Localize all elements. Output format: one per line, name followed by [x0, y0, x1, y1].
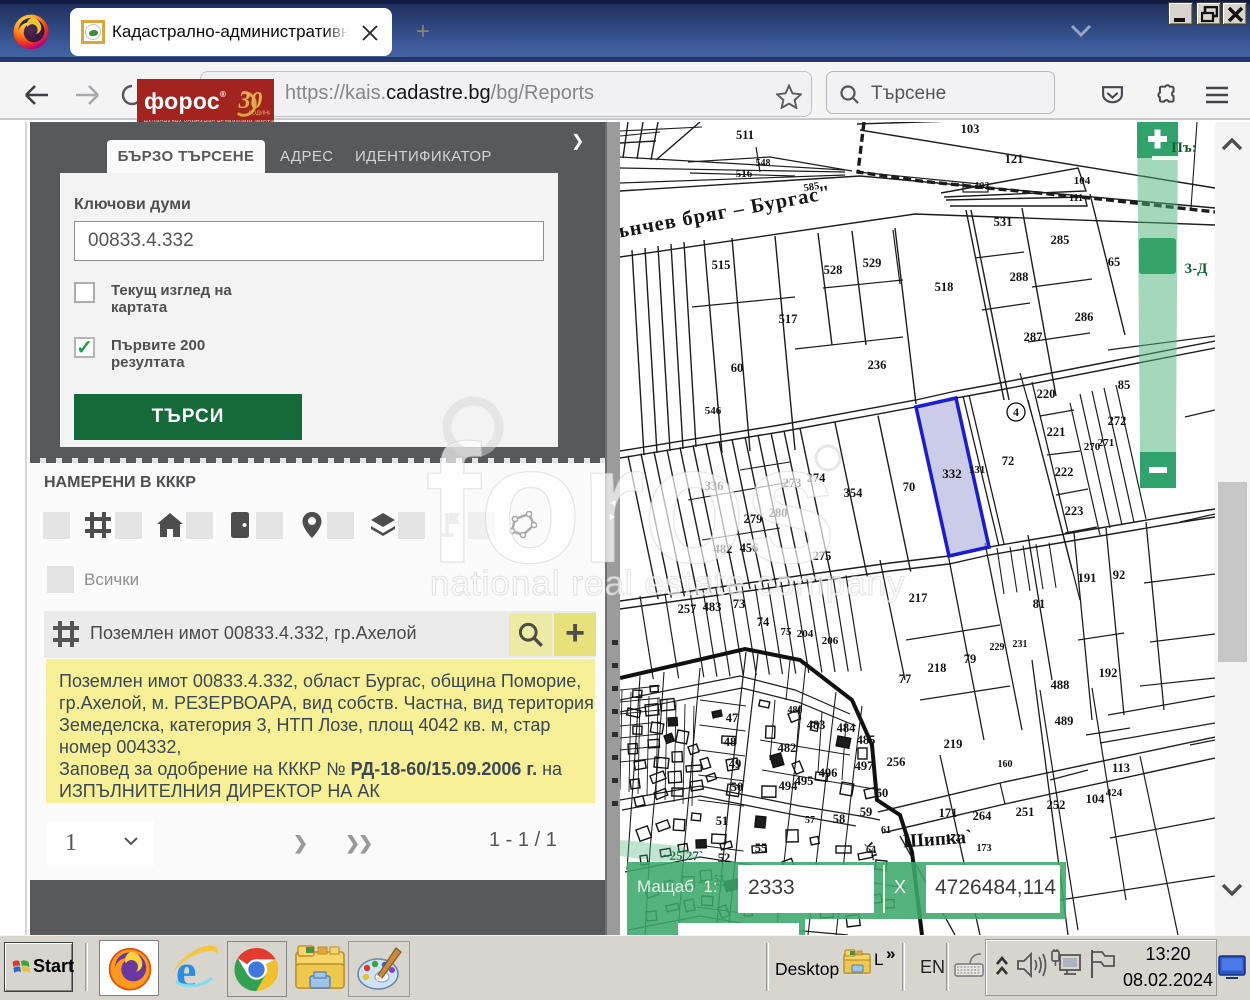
svg-text:495: 495 [795, 774, 814, 788]
svg-text:497: 497 [855, 759, 874, 773]
svg-text:58: 58 [833, 812, 846, 826]
svg-text:223: 223 [1065, 504, 1084, 518]
svg-text:489: 489 [1055, 714, 1074, 728]
svg-text:48: 48 [724, 735, 737, 749]
svg-text:251: 251 [1016, 805, 1035, 819]
svg-text:160: 160 [998, 759, 1013, 770]
svg-text:496: 496 [819, 766, 838, 780]
svg-text:286: 286 [1075, 310, 1094, 324]
svg-text:50: 50 [731, 780, 744, 794]
svg-text:173: 173 [977, 843, 992, 854]
svg-text:111: 111 [1069, 193, 1083, 204]
svg-text:121: 121 [1005, 152, 1024, 166]
svg-text:272: 272 [1108, 414, 1127, 428]
svg-text:480: 480 [788, 705, 803, 716]
svg-text:55: 55 [755, 841, 768, 855]
svg-text:64: 64 [866, 845, 876, 856]
svg-text:61: 61 [881, 825, 891, 836]
svg-text:231: 231 [1013, 639, 1028, 650]
svg-text:518: 518 [935, 280, 954, 294]
svg-text:60: 60 [731, 361, 744, 375]
svg-text:171: 171 [939, 806, 958, 820]
svg-text:511: 511 [736, 128, 754, 142]
svg-text:219: 219 [944, 737, 963, 751]
svg-text:47: 47 [726, 711, 739, 725]
svg-text:49: 49 [729, 757, 742, 771]
svg-text:424: 424 [1106, 787, 1123, 799]
svg-text:192: 192 [1099, 666, 1118, 680]
svg-text:85: 85 [1118, 378, 1131, 392]
svg-text:102: 102 [975, 181, 990, 192]
svg-text:59: 59 [860, 805, 873, 819]
svg-text:270: 270 [1084, 441, 1101, 453]
svg-text:288: 288 [1010, 270, 1029, 284]
svg-text:531: 531 [994, 215, 1013, 229]
svg-text:516: 516 [736, 168, 753, 180]
svg-text:113: 113 [1112, 761, 1130, 775]
svg-text:national real estate company: national real estate company [430, 564, 906, 603]
svg-text:51: 51 [716, 814, 729, 828]
svg-text:172: 172 [946, 833, 961, 844]
svg-text:60: 60 [876, 786, 889, 800]
svg-text:285: 285 [1051, 233, 1070, 247]
svg-text:548: 548 [756, 158, 771, 169]
svg-text:264: 264 [973, 809, 993, 823]
svg-text:515: 515 [712, 258, 731, 272]
svg-text:3-Д: 3-Д [1185, 261, 1208, 277]
svg-text:79: 79 [964, 652, 977, 666]
svg-text:483: 483 [807, 718, 826, 732]
svg-text:92: 92 [1113, 568, 1126, 582]
svg-text:287: 287 [1024, 330, 1043, 344]
svg-text:Пъ:: Пъ: [1171, 140, 1196, 156]
svg-text:488: 488 [1051, 678, 1070, 692]
svg-text:65: 65 [1108, 255, 1121, 269]
svg-text:75: 75 [781, 626, 793, 638]
svg-text:218: 218 [928, 661, 947, 675]
svg-text:252: 252 [1047, 798, 1066, 812]
svg-text:484: 484 [837, 721, 857, 735]
svg-text:485: 485 [857, 733, 876, 747]
svg-text:103: 103 [961, 122, 980, 136]
svg-text:517: 517 [779, 312, 798, 326]
svg-text:ънчев бряг – Бургас": ънчев бряг – Бургас" [620, 182, 833, 243]
svg-text:77: 77 [899, 672, 912, 686]
svg-text:528: 528 [824, 263, 843, 277]
svg-text:Шипка`: Шипка` [902, 827, 973, 853]
svg-text:206: 206 [822, 635, 839, 647]
svg-text:236: 236 [868, 358, 887, 372]
svg-text:ГОДИНИ: ГОДИНИ [249, 110, 270, 116]
svg-text:204: 204 [797, 628, 814, 640]
svg-text:482: 482 [778, 741, 797, 755]
svg-text:104: 104 [1086, 792, 1106, 806]
svg-text:104: 104 [1074, 175, 1091, 187]
svg-text:529: 529 [863, 256, 882, 270]
svg-text:229: 229 [990, 642, 1005, 653]
svg-text:57: 57 [805, 815, 815, 826]
svg-text:256: 256 [887, 755, 906, 769]
svg-text:191: 191 [1078, 571, 1097, 585]
